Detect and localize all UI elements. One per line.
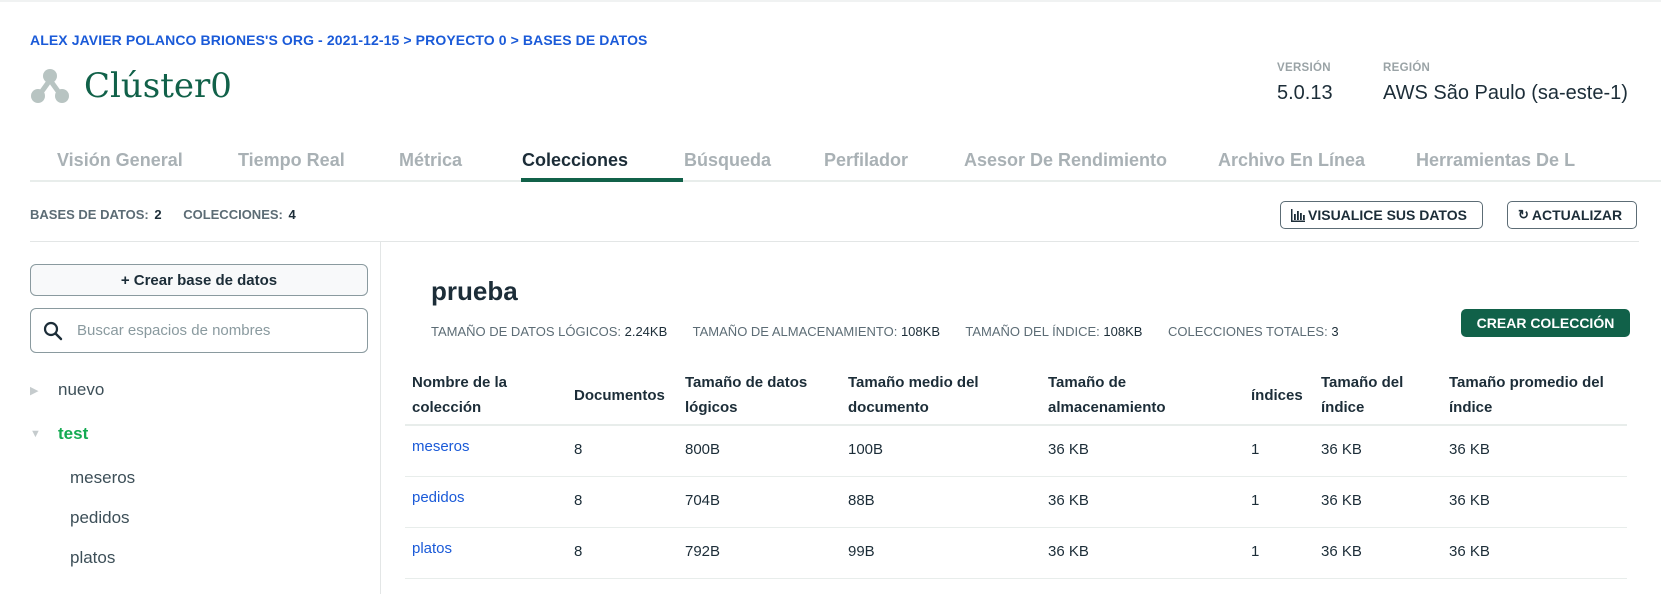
header-avg-index-size[interactable]: Tamaño promedio del índice [1449,370,1604,420]
header-documents[interactable]: Documentos [574,383,665,408]
visualize-data-label: VISUALICE SUS DATOS [1308,207,1467,223]
cell-index-size: 36 KB [1321,543,1362,560]
cluster-icon [31,69,69,103]
cell-logical-size: 704B [685,492,721,509]
region-value: AWS São Paulo (sa-este-1) [1383,82,1628,104]
header-index-size[interactable]: Tamaño del índice [1321,370,1403,420]
cell-index-size: 36 KB [1321,441,1362,458]
sidebar-db-label: nuevo [58,380,105,399]
create-collection-button[interactable]: CREAR COLECCIÓN [1461,309,1630,337]
caret-down-icon[interactable]: ▼ [30,428,44,440]
collections-count-value: 4 [288,207,296,222]
version-value: 5.0.13 [1277,82,1333,104]
databases-count-value: 2 [154,207,162,222]
collection-link[interactable]: platos [412,540,452,557]
region-info: REGIÓN AWS São Paulo (sa-este-1) [1383,62,1628,105]
header-storage-size[interactable]: Tamaño de almacenamiento [1048,370,1166,420]
database-title: prueba [431,276,518,306]
cell-indexes: 1 [1251,492,1260,509]
cluster-tabs: Visión General Tiempo Real Métrica Colec… [30,140,1661,182]
cell-indexes: 1 [1251,441,1260,458]
cell-storage-size: 36 KB [1048,441,1089,458]
sidebar-db-test[interactable]: ▼ test [30,424,88,444]
table-row: platos 8 792B 99B 36 KB 1 36 KB 36 KB [405,528,1627,579]
database-stats: TAMAÑO DE DATOS LÓGICOS: 2.24KB TAMAÑO D… [431,324,1361,339]
caret-right-icon[interactable]: ▶ [30,384,44,397]
cell-avg-doc-size: 99B [848,543,875,560]
cell-avg-index-size: 36 KB [1449,543,1490,560]
refresh-label: ACTUALIZAR [1531,207,1623,223]
create-database-button[interactable]: + Crear base de datos [30,264,368,296]
tab-archivo-en-linea[interactable]: Archivo En Línea [1218,150,1365,171]
cell-logical-size: 792B [685,543,721,560]
namespace-search-input[interactable] [77,322,357,339]
tab-perfilador[interactable]: Perfilador [824,150,908,171]
cell-documents: 8 [574,543,583,560]
stat-index-size: TAMAÑO DEL ÍNDICE: 108KB [965,324,1143,339]
tab-vision-general[interactable]: Visión General [57,150,183,171]
cell-documents: 8 [574,492,583,509]
version-info: VERSIÓN 5.0.13 [1277,62,1333,105]
bar-chart-icon [1291,208,1305,222]
tab-asesor-de-rendimiento[interactable]: Asesor De Rendimiento [964,150,1167,171]
cell-avg-index-size: 36 KB [1449,441,1490,458]
collection-link[interactable]: pedidos [412,489,465,506]
tab-busqueda[interactable]: Búsqueda [684,150,771,171]
cell-avg-doc-size: 100B [848,441,884,458]
tab-colecciones[interactable]: Colecciones [522,150,628,171]
sidebar-db-label: test [58,424,89,443]
cell-avg-index-size: 36 KB [1449,492,1490,509]
tab-tiempo-real[interactable]: Tiempo Real [238,150,345,171]
sidebar-divider [380,242,381,594]
cell-index-size: 36 KB [1321,492,1362,509]
cell-documents: 8 [574,441,583,458]
cell-storage-size: 36 KB [1048,492,1089,509]
cell-logical-size: 800B [685,441,721,458]
database-counts: BASES DE DATOS: 2 COLECCIONES: 4 [30,207,314,222]
region-label: REGIÓN [1383,62,1431,74]
search-icon [43,321,63,340]
refresh-icon: ↻ [1518,207,1529,222]
refresh-button[interactable]: ↻ ACTUALIZAR [1507,201,1637,229]
sidebar-db-nuevo[interactable]: ▶ nuevo [30,380,104,400]
sidebar-collection-pedidos[interactable]: pedidos [70,508,130,528]
header-collection-name[interactable]: Nombre de la colección [412,370,507,420]
collection-link[interactable]: meseros [412,438,470,455]
collections-table: Nombre de la colección Documentos Tamaño … [405,366,1627,579]
visualize-data-button[interactable]: VISUALICE SUS DATOS [1280,201,1483,229]
breadcrumb[interactable]: ALEX JAVIER POLANCO BRIONES'S ORG - 2021… [30,32,648,48]
sidebar-collection-platos[interactable]: platos [70,548,115,568]
cluster-header: Clúster0 [30,66,232,106]
cluster-name: Clúster0 [84,66,232,106]
tab-metrica[interactable]: Métrica [399,150,462,171]
table-header: Nombre de la colección Documentos Tamaño … [405,366,1627,426]
databases-count-label: BASES DE DATOS: [30,207,149,222]
top-divider [0,0,1661,2]
namespace-search[interactable] [30,308,368,353]
stat-logical-size: TAMAÑO DE DATOS LÓGICOS: 2.24KB [431,324,668,339]
header-avg-doc-size[interactable]: Tamaño medio del documento [848,370,979,420]
cell-avg-doc-size: 88B [848,492,875,509]
version-label: VERSIÓN [1277,62,1331,74]
cell-indexes: 1 [1251,543,1260,560]
sidebar-collection-meseros[interactable]: meseros [70,468,135,488]
header-logical-size[interactable]: Tamaño de datos lógicos [685,370,807,420]
table-row: pedidos 8 704B 88B 36 KB 1 36 KB 36 KB [405,477,1627,528]
stat-total-collections: COLECCIONES TOTALES: 3 [1168,324,1339,339]
stat-storage-size: TAMAÑO DE ALMACENAMIENTO: 108KB [692,324,940,339]
tab-herramientas[interactable]: Herramientas De L [1416,150,1575,171]
table-row: meseros 8 800B 100B 36 KB 1 36 KB 36 KB [405,426,1627,477]
active-tab-indicator [521,178,683,182]
cell-storage-size: 36 KB [1048,543,1089,560]
collections-count-label: COLECCIONES: [183,207,283,222]
header-indexes[interactable]: índices [1251,383,1303,408]
content-divider [30,241,1639,242]
